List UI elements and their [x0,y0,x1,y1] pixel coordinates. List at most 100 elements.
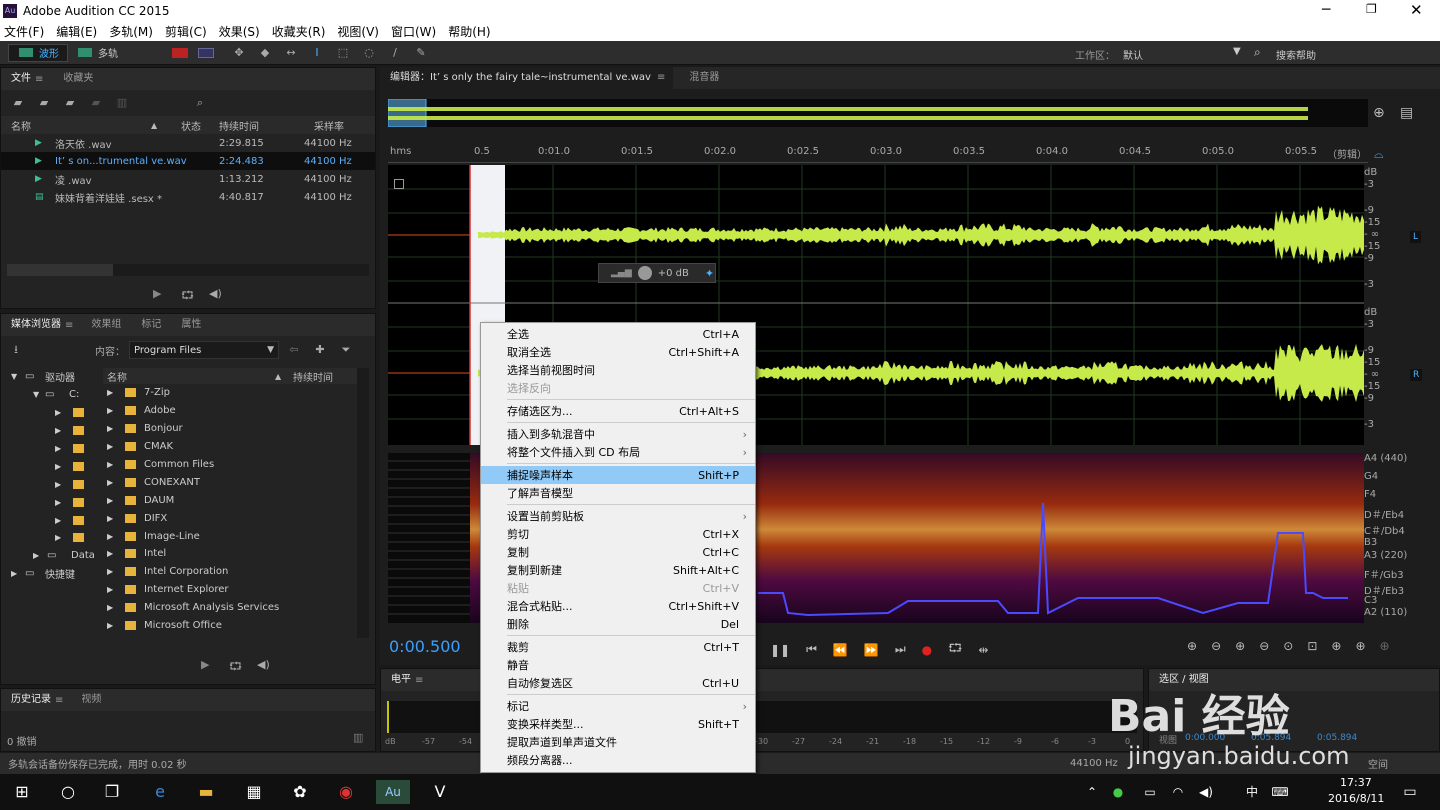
fast-forward-icon[interactable]: ⏩ [864,643,879,657]
brush-tool-icon[interactable]: / [388,46,402,59]
clock-time[interactable]: 17:37 [1340,776,1372,789]
folder-list-item[interactable]: ▶ CMAK [103,438,357,456]
tree-item-folder[interactable]: ▶ [1,493,97,511]
go-to-end-icon[interactable]: ⏭ [895,642,906,657]
insert-icon[interactable]: ▰ [89,97,103,109]
context-menu-item[interactable]: 复制到新建 Shift+Alt+C [481,561,755,579]
tree-item-shortcuts[interactable]: ▶ ▭ 快捷键 [1,565,97,583]
cortana-icon[interactable]: ○ [56,780,80,804]
tree-item-folder[interactable]: ▶ [1,422,97,440]
context-menu-item[interactable]: 混合式粘贴... Ctrl+Shift+V [481,597,755,615]
table-row[interactable]: ▤ 妹妹背着洋娃娃 .sesx * 4:40.817 44100 Hz [1,188,375,206]
context-menu-item[interactable]: 自动修复选区 Ctrl+U [481,674,755,692]
folder-list-item[interactable]: ▶ Internet Explorer [103,581,357,599]
tab-favorites[interactable]: 收藏夹 [53,68,103,90]
app-icon[interactable]: ✿ [288,780,312,804]
context-menu-item[interactable]: 插入到多轨混音中 › [481,425,755,443]
panel-menu-icon[interactable]: ≡ [656,67,674,89]
folder-list-item[interactable]: ▶ DIFX [103,509,357,527]
col-status[interactable]: 状态 [181,118,219,133]
trash-icon[interactable]: ▥ [115,97,129,109]
download-icon[interactable]: ⭳ [9,344,23,356]
context-menu-item[interactable]: 标记 › [481,697,755,715]
expand-icon[interactable]: ▶ [107,603,123,612]
folder-list-item[interactable]: ▶ Image-Line [103,527,357,545]
context-menu-item[interactable]: 了解声音模型 [481,484,755,502]
folder-scrollbar[interactable] [357,368,369,638]
expand-icon[interactable]: ▶ [107,549,123,558]
headphone-icon[interactable]: ⌓ [1374,147,1384,162]
tab-effects-rack[interactable]: 效果组 [81,314,131,336]
overview-viewport[interactable] [388,99,427,127]
tree-item-folder[interactable]: ▶ [1,457,97,475]
maximize-icon[interactable]: ❐ [1366,2,1377,16]
folder-list-item[interactable]: ▶ CONEXANT [103,473,357,491]
tree-item-data[interactable]: ▶ ▭ Data [1,547,97,565]
menu-effects[interactable]: 效果(S) [219,23,260,40]
channel-l-badge[interactable]: L [1410,231,1422,243]
close-icon[interactable]: ✕ [1410,1,1423,19]
menu-file[interactable]: 文件(F) [4,23,44,40]
spectral-frequency-icon[interactable] [172,47,188,58]
tab-mixer[interactable]: 混音器 [679,67,729,89]
context-menu-item[interactable]: 捕捉噪声样本 Shift+P [481,466,755,484]
context-menu-item[interactable]: 剪切 Ctrl+X [481,525,755,543]
tree-item-c[interactable]: ▼ ▭ C: [1,386,97,404]
menu-window[interactable]: 窗口(W) [391,23,436,40]
record-icon[interactable]: ● [922,643,932,657]
folder-list-item[interactable]: ▶ 7-Zip [103,384,357,402]
files-scrollbar[interactable] [7,264,369,276]
open-file-icon[interactable]: ▰ [11,97,25,109]
context-menu-item[interactable]: 复制 Ctrl+C [481,543,755,561]
current-time[interactable]: 0:00.500 [389,637,461,656]
clock-date[interactable]: 2016/8/11 [1328,792,1384,805]
context-menu-item[interactable]: 取消全选 Ctrl+Shift+A [481,343,755,361]
loop-icon[interactable]: ⮔ [948,639,962,660]
col-name[interactable]: 名称 [103,369,275,384]
loop-icon[interactable]: ⮔ [181,287,194,306]
panel-menu-icon[interactable]: ≡ [55,695,63,706]
expand-icon[interactable]: ▶ [107,424,123,433]
play-icon[interactable]: ▶ [201,658,209,671]
time-selection-tool-icon[interactable]: I [310,46,324,59]
context-menu-item[interactable]: 选择反向 [481,379,755,397]
expand-icon[interactable]: ▶ [107,567,123,576]
workspace-select[interactable]: 默认 [1123,47,1143,62]
search-icon[interactable]: ⌕ [1254,45,1261,60]
marquee-tool-icon[interactable]: ⬚ [336,46,350,59]
folder-list-item[interactable]: ▶ Intel [103,545,357,563]
tree-item-folder[interactable]: ▶ [1,529,97,547]
lasso-tool-icon[interactable]: ◌ [362,46,376,59]
trash-icon[interactable]: ▥ [353,731,363,744]
search-icon[interactable]: ⌕ [193,97,207,109]
ime-indicator[interactable]: 中 [1240,780,1264,804]
new-file-icon[interactable]: ▰ [63,97,77,109]
multitrack-view-button[interactable]: 多轨 [78,44,128,62]
tab-editor[interactable]: 编辑器：It’ s only the fairy tale~instrument… [380,67,657,89]
minimize-icon[interactable]: ─ [1322,2,1330,18]
table-row[interactable]: ▶ It’ s on...trumental ve.wav 2:24.483 4… [1,152,375,170]
table-row[interactable]: ▶ 凌 .wav 1:13.212 44100 Hz [1,170,375,188]
content-select[interactable]: Program Files ▼ [129,341,279,359]
col-name[interactable]: 名称 [1,118,151,133]
context-menu-item[interactable]: 将整个文件插入到 CD 布局 › [481,443,755,461]
expand-icon[interactable]: ▶ [107,496,123,505]
menu-multitrack[interactable]: 多轨(M) [109,23,153,40]
tree-item-folder[interactable]: ▶ [1,404,97,422]
v-app-icon[interactable]: V [428,780,452,804]
tray-up-icon[interactable]: ⌃ [1080,780,1104,804]
add-shortcut-icon[interactable]: ✚ [313,344,327,356]
audition-taskbar-icon[interactable]: Au [376,780,410,804]
autoplay-icon[interactable]: ◀) [257,658,270,671]
volume-icon[interactable]: ◀) [1194,780,1218,804]
autoplay-icon[interactable]: ◀) [209,287,222,300]
expand-icon[interactable]: ▶ [107,514,123,523]
edge-icon[interactable]: e [148,780,172,804]
filter-icon[interactable]: ⏷ [339,344,353,356]
menu-edit[interactable]: 编辑(E) [56,23,97,40]
panel-menu-icon[interactable]: ≡ [35,74,43,85]
menu-favorites[interactable]: 收藏夹(R) [272,23,326,40]
folder-list-item[interactable]: ▶ Microsoft Analysis Services [103,599,357,617]
notifications-icon[interactable]: ▭ [1398,780,1422,804]
expand-icon[interactable]: ▶ [107,585,123,594]
